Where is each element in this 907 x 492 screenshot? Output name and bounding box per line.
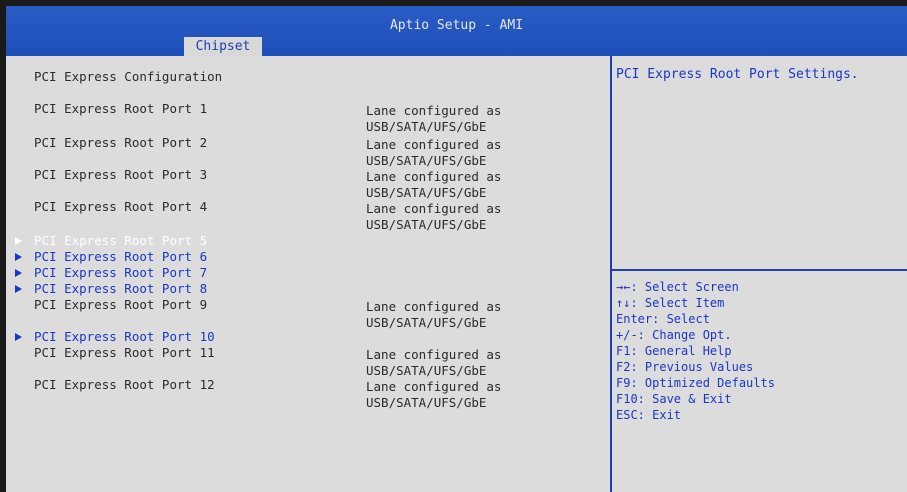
root-port-item[interactable]: PCI Express Root Port 10 — [34, 329, 215, 344]
root-port-item: PCI Express Root Port 12 — [34, 377, 215, 392]
submenu-arrow-icon — [15, 269, 22, 277]
root-port-item[interactable]: PCI Express Root Port 7 — [34, 265, 207, 280]
root-port-item: PCI Express Root Port 1 — [34, 101, 208, 116]
help-description: PCI Express Root Port Settings. — [616, 67, 859, 82]
key-hint: F2: Previous Values — [616, 360, 754, 374]
root-port-item: PCI Express Root Port 9 — [34, 297, 208, 312]
key-hint: F9: Optimized Defaults — [616, 376, 775, 390]
submenu-arrow-icon — [15, 253, 22, 261]
root-port-status: Lane configured as USB/SATA/UFS/GbE — [366, 169, 502, 200]
key-hint: +/-: Change Opt. — [616, 328, 732, 342]
help-divider — [612, 269, 907, 271]
root-port-item: PCI Express Root Port 4 — [34, 199, 208, 214]
root-port-status: Lane configured as USB/SATA/UFS/GbE — [366, 201, 502, 232]
title-bar: Aptio Setup - AMI Chipset — [6, 6, 907, 56]
key-hint: Enter: Select — [616, 312, 710, 326]
root-port-status: Lane configured as USB/SATA/UFS/GbE — [366, 103, 502, 134]
root-port-item: PCI Express Root Port 11 — [34, 345, 215, 360]
root-port-item: PCI Express Root Port 2 — [34, 135, 208, 150]
root-port-status: Lane configured as USB/SATA/UFS/GbE — [366, 299, 502, 330]
key-hint: →←: Select Screen — [616, 280, 739, 294]
panel-divider — [610, 56, 612, 492]
submenu-arrow-icon — [15, 333, 22, 341]
key-hint: F1: General Help — [616, 344, 732, 358]
root-port-item[interactable]: PCI Express Root Port 8 — [34, 281, 207, 296]
root-port-status: Lane configured as USB/SATA/UFS/GbE — [366, 379, 502, 410]
submenu-arrow-icon — [15, 285, 22, 293]
submenu-arrow-icon — [15, 237, 22, 245]
root-port-item[interactable]: PCI Express Root Port 6 — [34, 249, 207, 264]
key-hint: ↑↓: Select Item — [616, 296, 725, 310]
root-port-status: Lane configured as USB/SATA/UFS/GbE — [366, 347, 502, 378]
key-hint: F10: Save & Exit — [616, 392, 732, 406]
tab-chipset[interactable]: Chipset — [184, 37, 262, 56]
root-port-item: PCI Express Root Port 3 — [34, 167, 208, 182]
root-port-status: Lane configured as USB/SATA/UFS/GbE — [366, 137, 502, 168]
key-hint: ESC: Exit — [616, 408, 682, 422]
section-title: PCI Express Configuration — [34, 69, 223, 84]
key-legend: →←: Select Screen ↑↓: Select Item Enter: S… — [616, 279, 775, 423]
app-title: Aptio Setup - AMI — [389, 18, 524, 33]
main-panel: PCI Express Configuration PCI Express Ro… — [6, 56, 907, 492]
root-port-item[interactable]: PCI Express Root Port 5 — [34, 233, 207, 248]
